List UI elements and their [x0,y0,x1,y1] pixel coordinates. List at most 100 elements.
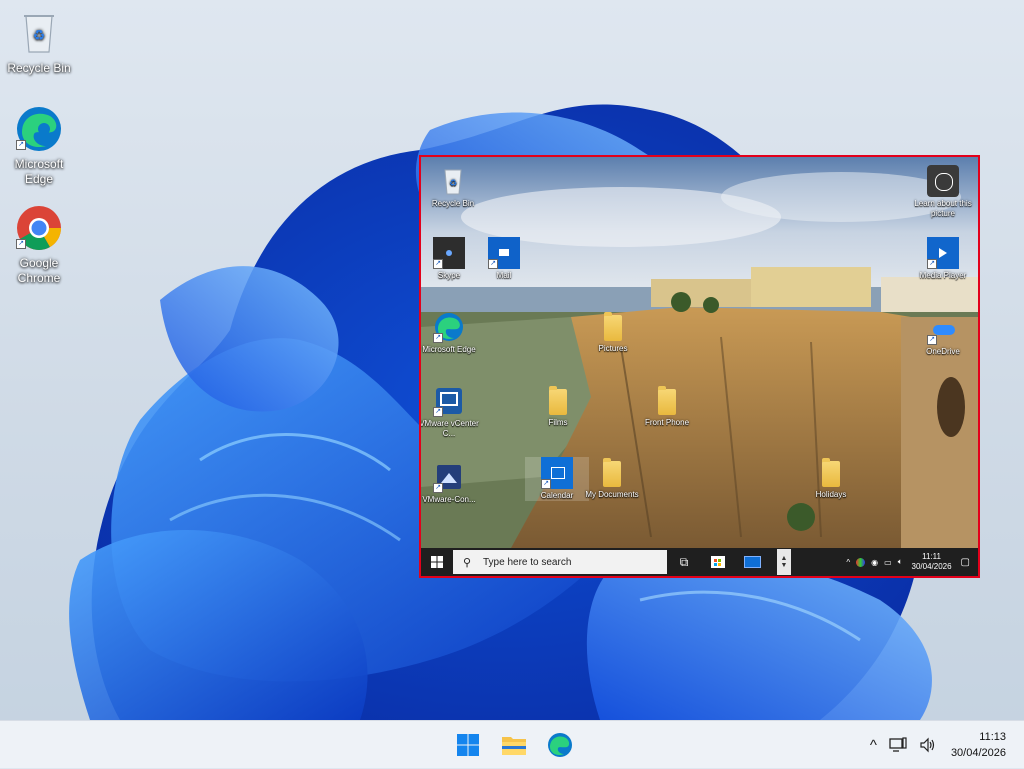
clock-time: 11:13 [979,731,1006,743]
remote-desktop-window[interactable]: ♻ Recycle Bin ↗ Skype ↗ Mail ↗ Microsoft… [419,155,980,578]
mail-icon [743,556,761,568]
remote-icon-pictures[interactable]: Pictures [581,312,645,354]
svg-text:♻: ♻ [449,179,457,189]
shortcut-arrow-icon: ↗ [541,479,551,489]
remote-mail-button[interactable] [735,548,769,576]
network-icon[interactable]: ▭ [884,558,892,567]
remote-icon-films[interactable]: Films [526,386,590,428]
remote-icon-label: Media Player [919,271,967,280]
remote-icon-label: Films [548,418,568,427]
folder-icon [658,386,676,415]
remote-icon-label: My Documents [585,490,639,499]
store-icon [711,556,725,568]
system-tray: ^ 11:13 30/04/2026 [864,721,1024,769]
desktop-icon-label: Microsoft Edge [14,157,64,186]
remote-icon-label: Microsoft Edge [422,345,476,354]
chrome-icon: ↗ [14,203,64,253]
remote-icon-onedrive[interactable]: ↗ OneDrive [911,313,975,357]
remote-icon-label: Skype [437,271,461,280]
show-hidden-icons-chevron[interactable]: ^ [846,558,850,567]
shortcut-arrow-icon: ↗ [433,407,443,417]
remote-icon-my-documents[interactable]: My Documents [580,458,644,500]
desktop-icon-label: Google Chrome [17,256,61,285]
folder-icon [603,458,621,487]
color-app-icon[interactable] [856,557,866,567]
remote-wallpaper [421,157,978,548]
security-icon[interactable]: ◉ [871,558,878,567]
scroll-down-icon: ▼ [780,562,788,569]
remote-store-button[interactable] [701,548,735,576]
onedrive-icon: ↗ [927,313,959,345]
remote-date: 30/04/2026 [911,562,952,571]
folder-icon [502,737,526,755]
show-hidden-icons-button[interactable]: ^ [864,727,883,763]
task-view-icon: ⧉ [679,554,689,569]
remote-icon-learn-picture[interactable]: Learn about this picture [911,165,975,219]
remote-icon-vmware-console[interactable]: ↗ VMware-Con... [421,461,481,505]
desktop-icon-recycle-bin[interactable]: ♻ Recycle Bin [1,8,77,76]
taskbar-center-apps [450,721,578,769]
folder-icon [822,458,840,487]
edge-taskbar-button[interactable] [542,727,578,763]
shortcut-arrow-icon: ↗ [433,483,443,493]
remote-icon-label: OneDrive [926,347,960,356]
volume-button[interactable] [913,727,943,763]
vmware-console-icon: ↗ [433,461,465,493]
search-icon: ⚲ [463,556,472,569]
remote-icon-edge[interactable]: ↗ Microsoft Edge [421,311,481,355]
remote-time: 11:11 [922,552,941,561]
remote-start-button[interactable] [421,548,453,576]
remote-icon-label: Holidays [815,490,847,499]
recycle-bin-icon: ♻ [437,165,469,197]
shortcut-arrow-icon: ↗ [16,140,26,150]
shortcut-arrow-icon: ↗ [488,259,498,269]
windows-logo-icon [457,734,479,756]
recycle-bin-icon: ♻ [14,8,64,58]
remote-icon-media-player[interactable]: ↗ Media Player [911,237,975,281]
remote-icon-label: VMware-Con... [422,495,476,504]
volume-icon[interactable]: 🔈︎ [898,557,903,567]
windows-logo-icon [431,556,443,568]
remote-icon-label: VMware vCenter C... [419,419,479,438]
vmware-icon: ↗ [433,385,465,417]
calendar-icon: ↗ [541,457,573,489]
taskbar-clock[interactable]: 11:13 30/04/2026 [943,729,1024,761]
remote-search-placeholder: Type here to search [483,556,572,568]
volume-icon [920,737,935,753]
shortcut-arrow-icon: ↗ [927,259,937,269]
host-taskbar: ^ 11:13 30/04/2026 [0,720,1024,768]
start-button[interactable] [450,727,486,763]
edge-icon: ↗ [14,104,64,154]
remote-icon-vmware[interactable]: ↗ VMware vCenter C... [419,385,481,439]
remote-icon-recycle-bin[interactable]: ♻ Recycle Bin [421,165,485,209]
edge-icon: ↗ [433,311,465,343]
folder-icon [604,312,622,341]
network-icon [889,737,907,752]
shortcut-arrow-icon: ↗ [16,239,26,249]
file-explorer-button[interactable] [496,727,532,763]
edge-icon [548,733,572,757]
remote-icon-label: Mail [496,271,512,280]
skype-icon: ↗ [433,237,465,269]
remote-icon-front-phone[interactable]: Front Phone [635,386,699,428]
folder-icon [549,386,567,415]
notifications-icon[interactable]: ▢ [961,557,970,568]
camera-icon [927,165,959,197]
remote-icon-label: Recycle Bin [431,199,475,208]
remote-icon-holidays[interactable]: Holidays [799,458,863,500]
remote-system-tray: ^ ◉ ▭ 🔈︎ 11:11 30/04/2026 ▢ [843,548,978,576]
chevron-up-icon: ^ [869,736,877,754]
remote-icon-label: Pictures [598,344,628,353]
remote-icon-mail[interactable]: ↗ Mail [472,237,536,281]
remote-clock[interactable]: 11:11 30/04/2026 [912,552,952,572]
remote-task-view-button[interactable]: ⧉ [667,548,701,576]
remote-icon-label: Front Phone [644,418,690,427]
remote-icon-label: Learn about this picture [914,199,972,218]
desktop-icon-edge[interactable]: ↗ Microsoft Edge [1,104,77,187]
remote-search-box[interactable]: ⚲ Type here to search [453,550,667,574]
media-player-icon: ↗ [927,237,959,269]
desktop-icon-chrome[interactable]: ↗ Google Chrome [1,203,77,286]
network-button[interactable] [883,727,913,763]
desktop-icon-label: Recycle Bin [7,61,71,75]
remote-taskbar-scroll[interactable]: ▲ ▼ [777,549,791,575]
